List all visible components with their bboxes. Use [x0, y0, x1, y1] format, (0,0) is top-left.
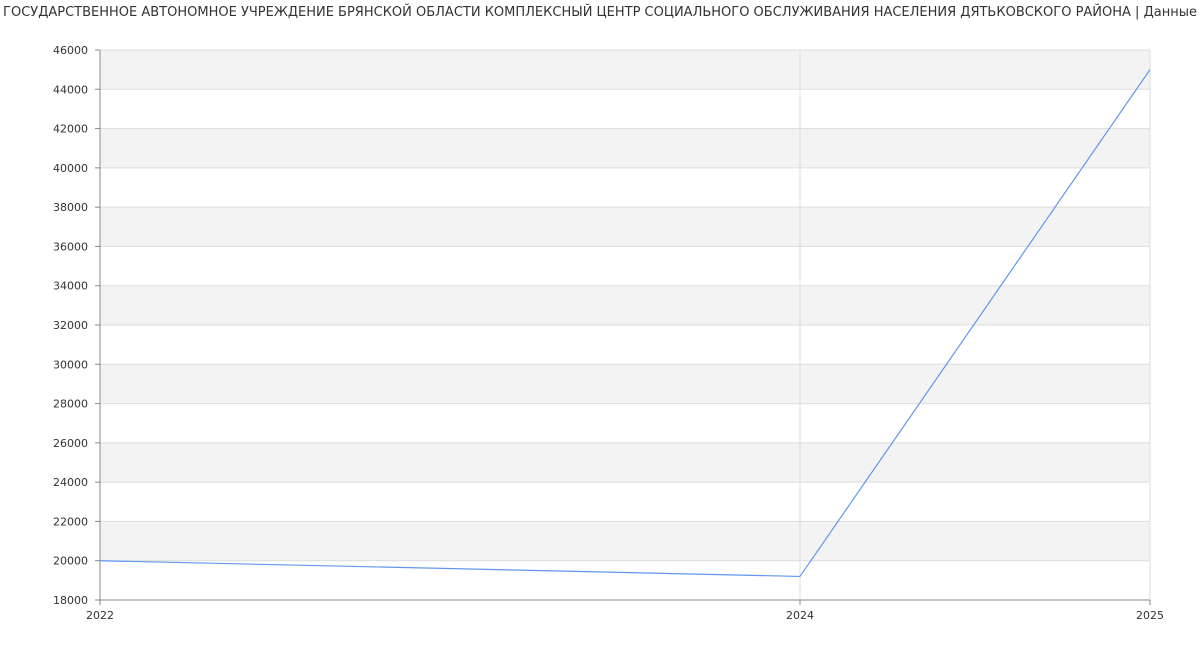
y-tick-label: 20000 [53, 555, 88, 568]
line-chart: 18000 20000 22000 24000 26000 28000 30000 32000… [53, 44, 1164, 622]
plot-bands [100, 50, 1150, 561]
y-tick-labels: 18000 20000 22000 24000 26000 28000 30000 32000… [53, 44, 88, 607]
y-tick-label: 46000 [53, 44, 88, 57]
x-tick-label: 2022 [86, 609, 114, 622]
plot-band [100, 50, 1150, 90]
y-tick-label: 26000 [53, 437, 88, 450]
y-tick-label: 40000 [53, 162, 88, 175]
y-tick-label: 28000 [53, 398, 88, 411]
y-tick-label: 34000 [53, 280, 88, 293]
plot-band [100, 442, 1150, 483]
plot-band [100, 207, 1150, 247]
plot-band [100, 285, 1150, 325]
y-tick-label: 32000 [53, 319, 88, 332]
x-tick-labels: 2022 2024 2025 [86, 609, 1164, 622]
y-tick-label: 22000 [53, 515, 88, 528]
x-tick-label: 2025 [1136, 609, 1164, 622]
plot-band [100, 128, 1150, 168]
plot-band [100, 521, 1150, 561]
x-tick-label: 2024 [786, 609, 814, 622]
plot-band [100, 364, 1150, 404]
y-tick-label: 44000 [53, 83, 88, 96]
y-tick-label: 38000 [53, 201, 88, 214]
y-tick-label: 30000 [53, 358, 88, 371]
y-tick-label: 18000 [53, 594, 88, 607]
series-line-segment [99, 560, 801, 578]
y-tick-label: 42000 [53, 123, 88, 136]
y-tick-label: 36000 [53, 240, 88, 253]
y-tick-label: 24000 [53, 476, 88, 489]
